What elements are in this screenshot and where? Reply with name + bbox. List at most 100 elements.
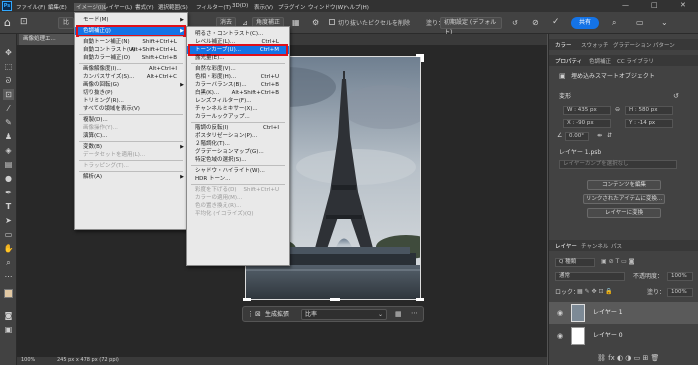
link-icon[interactable]: ⊖ [615, 106, 620, 113]
adjustments-menu-item[interactable]: 明るさ・コントラスト(C)... [187, 30, 289, 38]
undo-icon[interactable]: ↺ [512, 19, 518, 27]
adjustments-menu-item[interactable]: ２階調化(T)... [187, 140, 289, 148]
layer-comp-select[interactable]: レイヤーカンプを選択なし [559, 160, 677, 169]
layer-row-1[interactable]: ◉ レイヤー 1 [549, 302, 698, 324]
tab-paths[interactable]: パス [611, 242, 622, 250]
marquee-tool-icon[interactable]: ⬚ [3, 61, 14, 72]
menu-file[interactable]: ファイル(F) [16, 3, 45, 11]
layer-filter-icons[interactable]: ▣ ⊘ T ▭ ◙ [601, 258, 634, 265]
convert-to-layers-button[interactable]: レイヤーに変換 [587, 208, 661, 218]
menu-filter[interactable]: フィルター(T) [196, 3, 231, 11]
crop-handle-bl[interactable] [243, 298, 251, 301]
image-menu-item[interactable]: トラッピング(T)... [75, 162, 187, 170]
tab-patterns[interactable]: パターン [653, 41, 675, 49]
adjustments-menu-item[interactable]: チャンネルミキサー(X)... [187, 105, 289, 113]
eraser-tool-icon[interactable]: ◈ [3, 145, 14, 156]
image-menu-item[interactable]: モード(M) ▶ [75, 16, 187, 24]
angle-field[interactable]: 0.00° [565, 132, 589, 141]
type-tool-icon[interactable]: T [3, 201, 14, 212]
menu-select[interactable]: 選択範囲(S) [158, 3, 188, 11]
convert-linked-button[interactable]: リンクされたアイテムに変換... [583, 194, 665, 204]
ratio-dropdown[interactable]: 比率 ⌄ [301, 309, 387, 320]
workspace-icon[interactable]: ▭ [636, 18, 644, 27]
adjustments-menu-item[interactable]: HDR トーン... [187, 175, 289, 183]
menu-type[interactable]: 書式(Y) [135, 3, 154, 11]
image-menu-item[interactable]: 切り抜き(P) [75, 89, 187, 97]
blend-mode-select[interactable]: 通常 [555, 272, 625, 281]
cancel-crop-icon[interactable]: ⊘ [532, 18, 539, 27]
screen-mode-icon[interactable]: ▣ [3, 324, 14, 335]
adjustments-menu-item[interactable]: カラーの適用(M)... [187, 194, 289, 202]
overlay-grid-icon[interactable]: ▦ [292, 18, 300, 27]
image-menu-item[interactable]: トリミング(R)... [75, 97, 187, 105]
visibility-eye-icon[interactable]: ◉ [557, 332, 563, 340]
minimize-icon[interactable]: — [622, 1, 629, 9]
gear-icon[interactable]: ⚙ [312, 18, 319, 27]
menu-layer[interactable]: レイヤー(L) [103, 3, 132, 11]
adjustments-menu-item[interactable]: カラールックアップ... [187, 113, 289, 121]
move-tool-icon[interactable]: ✥ [3, 47, 14, 58]
flip-v-icon[interactable]: ⇵ [607, 132, 612, 139]
shape-tool-icon[interactable]: ▭ [3, 229, 14, 240]
share-button[interactable]: 共有 [571, 17, 599, 29]
image-menu-item[interactable]: 自動トーン補正(N) Shift+Ctrl+L [75, 38, 187, 46]
image-menu-item[interactable]: カンバスサイズ(S)... Alt+Ctrl+C [75, 73, 187, 81]
image-menu-item[interactable]: 画像操作(Y)... [75, 124, 187, 132]
workspace-chevron-icon[interactable]: ⌄ [661, 18, 668, 27]
layer-name[interactable]: レイヤー 0 [593, 333, 623, 339]
document-tab[interactable]: 画像処理エ... [19, 34, 75, 45]
opacity-field[interactable]: 100% [667, 272, 693, 281]
generative-expand-button[interactable]: 生成拡張 [265, 312, 289, 318]
adjustments-menu-item[interactable]: 平均化 (イコライズ)(Q) [187, 210, 289, 218]
width-field[interactable]: W : 435 px [563, 106, 611, 115]
path-select-icon[interactable]: ➤ [3, 215, 14, 226]
eyedropper-tool-icon[interactable]: ⁄ [3, 103, 14, 114]
lasso-tool-icon[interactable]: ᘐ [3, 75, 14, 86]
flip-h-icon[interactable]: ⇹ [597, 132, 602, 139]
image-menu-item[interactable]: 画像解像度(I)... Alt+Ctrl+I [75, 65, 187, 73]
adjustments-menu-item[interactable]: 白黒(K)... Alt+Shift+Ctrl+B [187, 89, 289, 97]
commit-crop-icon[interactable]: ✓ [552, 17, 560, 27]
adjustments-menu-item[interactable]: 自然な彩度(V)... [187, 65, 289, 73]
adjustments-menu-item[interactable]: 色相・彩度(H)... Ctrl+U [187, 73, 289, 81]
close-icon[interactable]: ✕ [680, 1, 686, 9]
brush-tool-icon[interactable]: ✎ [3, 117, 14, 128]
foreground-color-swatch[interactable] [4, 289, 13, 298]
menu-image[interactable]: イメージ(I) [74, 3, 106, 11]
layer-action-icons[interactable]: ⛓ fx ◐ ◑ ▭ ⊞ 🗑 [597, 354, 659, 362]
hand-tool-icon[interactable]: ✋ [3, 243, 14, 254]
tab-channels[interactable]: チャンネル [581, 242, 608, 250]
adjustments-menu-item[interactable]: 階調の反転(I) Ctrl+I [187, 124, 289, 132]
ratio-select[interactable]: 比 [58, 17, 74, 29]
reset-transform-icon[interactable]: ↺ [673, 92, 679, 100]
adjustments-menu-item[interactable]: 特定色域の選択(S)... [187, 156, 289, 164]
crop-handle-br[interactable] [416, 298, 424, 301]
image-menu-item[interactable]: すべての領域を表示(V) [75, 105, 187, 113]
image-menu-item[interactable]: 自動コントラスト(U) Alt+Shift+Ctrl+L [75, 46, 187, 54]
crop-handle-bottom[interactable] [330, 298, 340, 301]
menu-help[interactable]: ヘルプ(H) [344, 3, 369, 11]
menu-plugins[interactable]: プラグイン [278, 3, 306, 11]
more-icon[interactable]: ⋯ [411, 309, 418, 317]
clone-stamp-icon[interactable]: ♟ [3, 131, 14, 142]
layer-filter-kind[interactable]: Q 種類 [555, 258, 595, 267]
adjustments-menu-item[interactable]: 露光量(E)... [187, 54, 289, 62]
adjustments-menu-item[interactable]: 色の置き換え(R)... [187, 202, 289, 210]
quick-mask-icon[interactable]: ◙ [3, 310, 14, 321]
more-tools-icon[interactable]: ⋯ [3, 271, 14, 282]
fill-field[interactable]: 100% [667, 288, 693, 297]
height-field[interactable]: H : 580 px [625, 106, 673, 115]
tab-gradients[interactable]: グラデーション [613, 41, 651, 49]
image-menu-item[interactable]: 画像の回転(G) ▶ [75, 81, 187, 89]
menu-window[interactable]: ウィンドウ(W) [308, 3, 345, 11]
adjustments-menu-item[interactable]: シャドウ・ハイライト(W)... [187, 167, 289, 175]
menu-view[interactable]: 表示(V) [254, 3, 273, 11]
image-menu-item[interactable]: 複製(D)... [75, 116, 187, 124]
image-menu-item[interactable]: 自動カラー補正(O) Shift+Ctrl+B [75, 54, 187, 62]
zoom-level[interactable]: 100% [21, 358, 35, 363]
tab-swatches[interactable]: スウォッチ [581, 41, 609, 49]
crop-tool-active-icon[interactable]: ⊡ [3, 89, 14, 100]
adjustments-menu-item[interactable]: ポスタリゼーション(P)... [187, 132, 289, 140]
y-field[interactable]: Y : -14 px [625, 119, 673, 128]
tab-properties[interactable]: プロパティ [555, 57, 582, 65]
